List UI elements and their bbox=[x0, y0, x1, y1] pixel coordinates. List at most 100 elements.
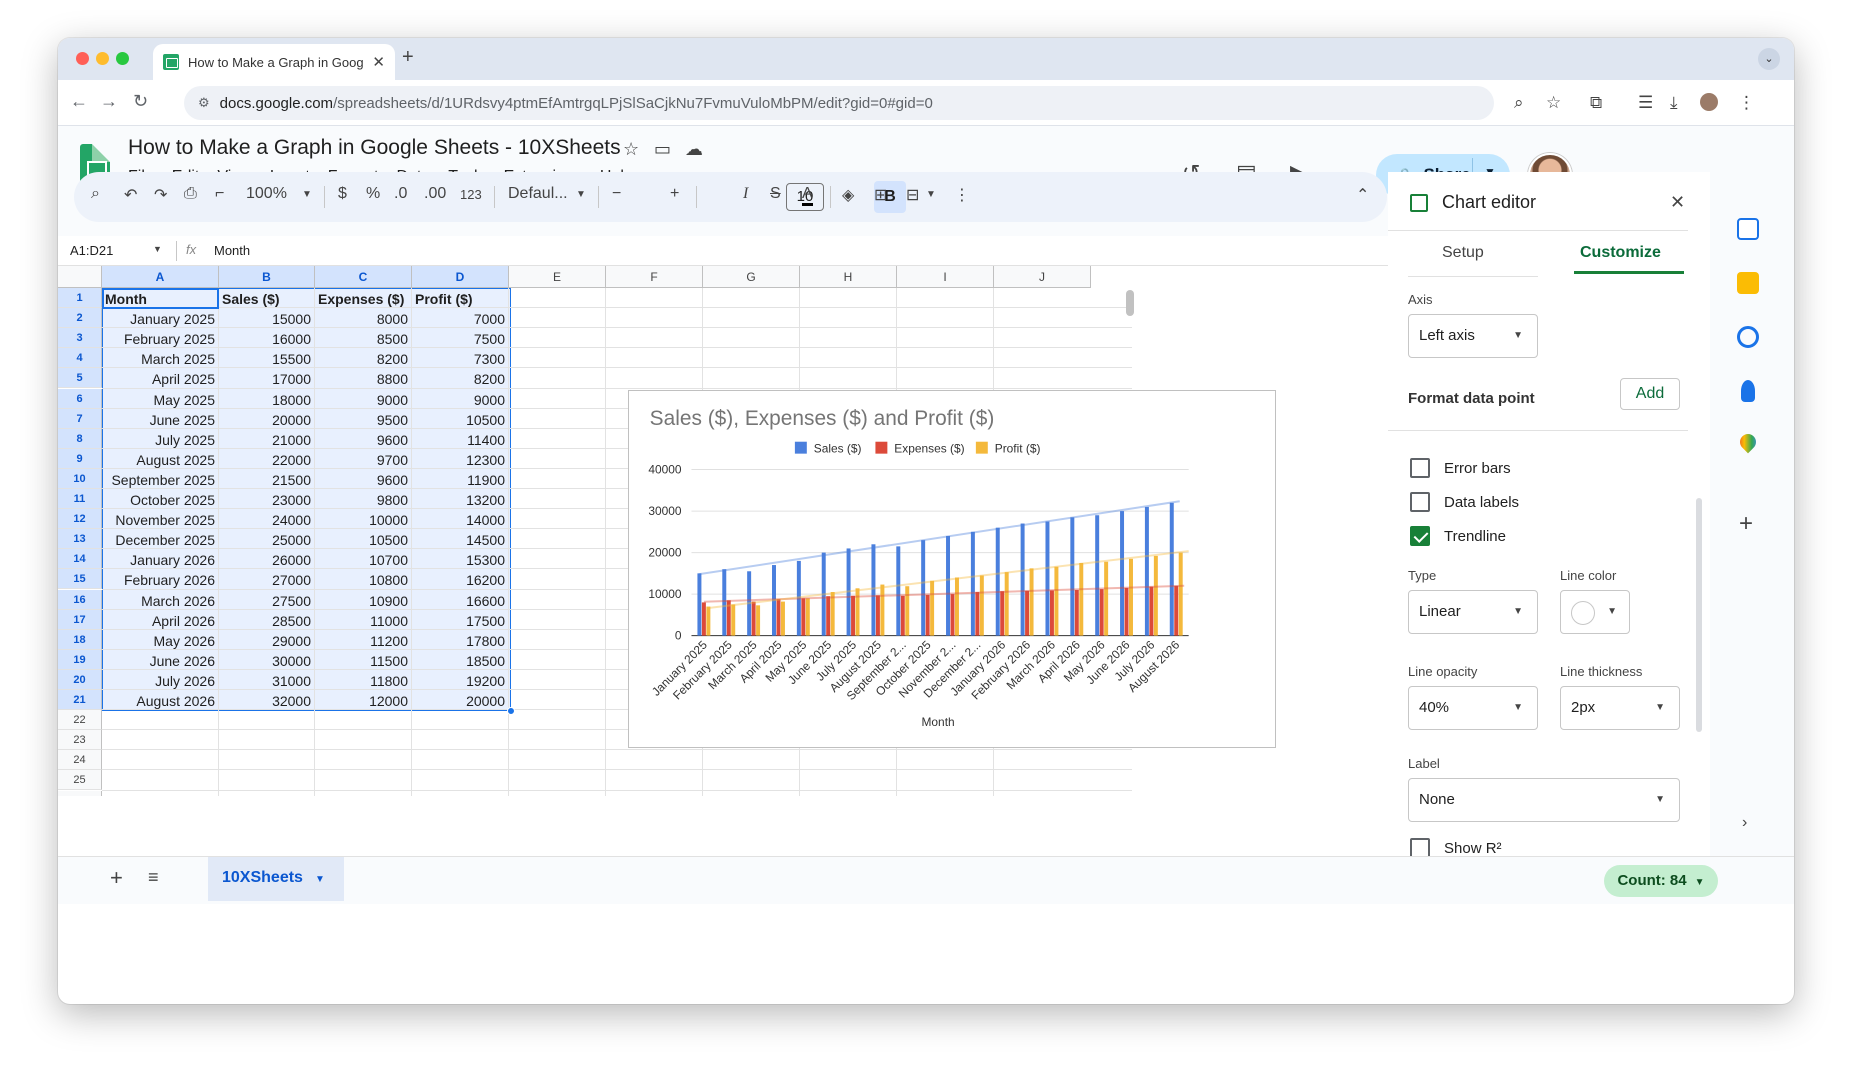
bar[interactable] bbox=[805, 598, 810, 636]
column-header[interactable]: C bbox=[315, 266, 412, 288]
paint-format-icon[interactable]: ⌐ bbox=[215, 185, 224, 203]
bar[interactable] bbox=[1079, 562, 1084, 636]
font-select[interactable]: Defaul... bbox=[508, 185, 568, 203]
data-cell[interactable]: 24000 bbox=[219, 510, 315, 530]
data-cell[interactable]: 11200 bbox=[315, 631, 412, 651]
data-cell[interactable]: 13200 bbox=[412, 490, 509, 510]
all-sheets-icon[interactable]: ≡ bbox=[148, 867, 159, 888]
bookmark-star-icon[interactable]: ☆ bbox=[1546, 93, 1561, 113]
data-labels-checkbox[interactable] bbox=[1410, 492, 1430, 512]
grid-scrollbar[interactable] bbox=[1126, 290, 1134, 316]
data-cell[interactable]: 8200 bbox=[315, 349, 412, 369]
trend-label-select[interactable]: None ▼ bbox=[1408, 778, 1680, 822]
data-cell[interactable]: 15000 bbox=[219, 309, 315, 329]
row-header[interactable]: 12 bbox=[58, 509, 102, 530]
data-cell[interactable]: August 2025 bbox=[102, 450, 219, 470]
data-cell[interactable]: 11800 bbox=[315, 671, 412, 691]
data-cell[interactable]: 25000 bbox=[219, 530, 315, 550]
bar[interactable] bbox=[1049, 590, 1054, 636]
borders-icon[interactable]: ⊞ bbox=[874, 185, 887, 205]
data-cell[interactable]: March 2026 bbox=[102, 591, 219, 611]
bar[interactable] bbox=[1169, 502, 1174, 636]
trendline-type-select[interactable]: Linear ▼ bbox=[1408, 590, 1538, 634]
data-cell[interactable]: 29000 bbox=[219, 631, 315, 651]
data-cell[interactable]: 10800 bbox=[315, 570, 412, 590]
data-cell[interactable]: November 2025 bbox=[102, 510, 219, 530]
bar[interactable] bbox=[905, 586, 910, 636]
data-cell[interactable]: February 2025 bbox=[102, 329, 219, 349]
currency-format-button[interactable]: $ bbox=[338, 185, 347, 203]
data-cell[interactable]: 9600 bbox=[315, 430, 412, 450]
zoom-select[interactable]: 100% bbox=[246, 185, 287, 203]
document-title[interactable]: How to Make a Graph in Google Sheets - 1… bbox=[128, 136, 621, 160]
row-header[interactable]: 9 bbox=[58, 448, 102, 469]
bar[interactable] bbox=[701, 602, 706, 636]
data-cell[interactable]: 11000 bbox=[315, 611, 412, 631]
column-header[interactable]: I bbox=[897, 266, 994, 288]
data-cell[interactable]: 27500 bbox=[219, 591, 315, 611]
data-cell[interactable]: 20000 bbox=[412, 691, 509, 711]
tab-customize[interactable]: Customize bbox=[1580, 244, 1661, 262]
data-cell[interactable]: 17000 bbox=[219, 369, 315, 389]
calendar-icon[interactable] bbox=[1737, 218, 1759, 240]
row-header[interactable]: 20 bbox=[58, 669, 102, 690]
data-cell[interactable]: 19200 bbox=[412, 671, 509, 691]
data-cell[interactable]: 9600 bbox=[315, 470, 412, 490]
bar[interactable] bbox=[1174, 585, 1179, 636]
row-header[interactable]: 3 bbox=[58, 328, 102, 349]
row-header[interactable]: 7 bbox=[58, 408, 102, 429]
bar[interactable] bbox=[979, 575, 984, 636]
print-icon[interactable]: ⎙ bbox=[184, 185, 197, 203]
data-cell[interactable]: 21000 bbox=[219, 430, 315, 450]
data-cell[interactable]: July 2026 bbox=[102, 671, 219, 691]
column-header[interactable]: B bbox=[219, 266, 315, 288]
close-window-button[interactable] bbox=[76, 52, 89, 65]
data-cell[interactable]: 12000 bbox=[315, 691, 412, 711]
row-header[interactable]: 15 bbox=[58, 569, 102, 590]
undo-icon[interactable]: ↶ bbox=[124, 185, 137, 205]
forward-icon[interactable]: → bbox=[100, 91, 118, 112]
data-cell[interactable]: 10500 bbox=[412, 410, 509, 430]
row-header[interactable]: 14 bbox=[58, 549, 102, 570]
show-r2-checkbox[interactable] bbox=[1410, 838, 1430, 858]
data-cell[interactable]: 32000 bbox=[219, 691, 315, 711]
italic-button[interactable]: I bbox=[743, 185, 748, 203]
bar[interactable] bbox=[1124, 587, 1129, 636]
row-header[interactable]: 8 bbox=[58, 428, 102, 449]
sheet-tab[interactable]: 10XSheets ▼ bbox=[208, 857, 344, 901]
contacts-icon[interactable] bbox=[1741, 380, 1755, 402]
data-cell[interactable]: 7000 bbox=[412, 309, 509, 329]
data-cell[interactable]: August 2026 bbox=[102, 691, 219, 711]
bar[interactable] bbox=[1000, 591, 1005, 636]
row-header[interactable]: 21 bbox=[58, 690, 102, 710]
bar[interactable] bbox=[1029, 568, 1034, 636]
show-side-panel-icon[interactable]: › bbox=[1742, 814, 1747, 832]
bar[interactable] bbox=[954, 577, 959, 636]
close-tab-icon[interactable]: ✕ bbox=[372, 53, 385, 71]
star-icon[interactable]: ☆ bbox=[623, 139, 639, 160]
cloud-status-icon[interactable]: ☁ bbox=[685, 139, 703, 160]
header-cell[interactable]: Profit ($) bbox=[412, 289, 509, 309]
data-cell[interactable]: 9500 bbox=[315, 410, 412, 430]
column-header[interactable]: J bbox=[994, 266, 1091, 288]
row-header[interactable]: 24 bbox=[58, 750, 102, 771]
data-cell[interactable]: 16200 bbox=[412, 570, 509, 590]
bar[interactable] bbox=[722, 569, 727, 636]
bar[interactable] bbox=[801, 598, 806, 636]
row-header[interactable]: 1 bbox=[58, 288, 102, 308]
bar[interactable] bbox=[1149, 586, 1154, 636]
profile-avatar[interactable] bbox=[1700, 93, 1718, 111]
site-info-icon[interactable]: ⚙ bbox=[198, 95, 210, 111]
data-cell[interactable]: 14000 bbox=[412, 510, 509, 530]
data-cell[interactable]: 9800 bbox=[315, 490, 412, 510]
data-cell[interactable]: 26000 bbox=[219, 550, 315, 570]
percent-format-button[interactable]: % bbox=[366, 185, 380, 203]
strikethrough-button[interactable]: S bbox=[770, 185, 781, 203]
column-header[interactable]: D bbox=[412, 266, 509, 288]
data-cell[interactable]: 30000 bbox=[219, 651, 315, 671]
row-header[interactable]: 23 bbox=[58, 730, 102, 751]
data-cell[interactable]: 15300 bbox=[412, 550, 509, 570]
bar[interactable] bbox=[830, 592, 835, 636]
fill-color-icon[interactable]: ◈ bbox=[842, 185, 854, 205]
line-opacity-select[interactable]: 40% ▼ bbox=[1408, 686, 1538, 730]
